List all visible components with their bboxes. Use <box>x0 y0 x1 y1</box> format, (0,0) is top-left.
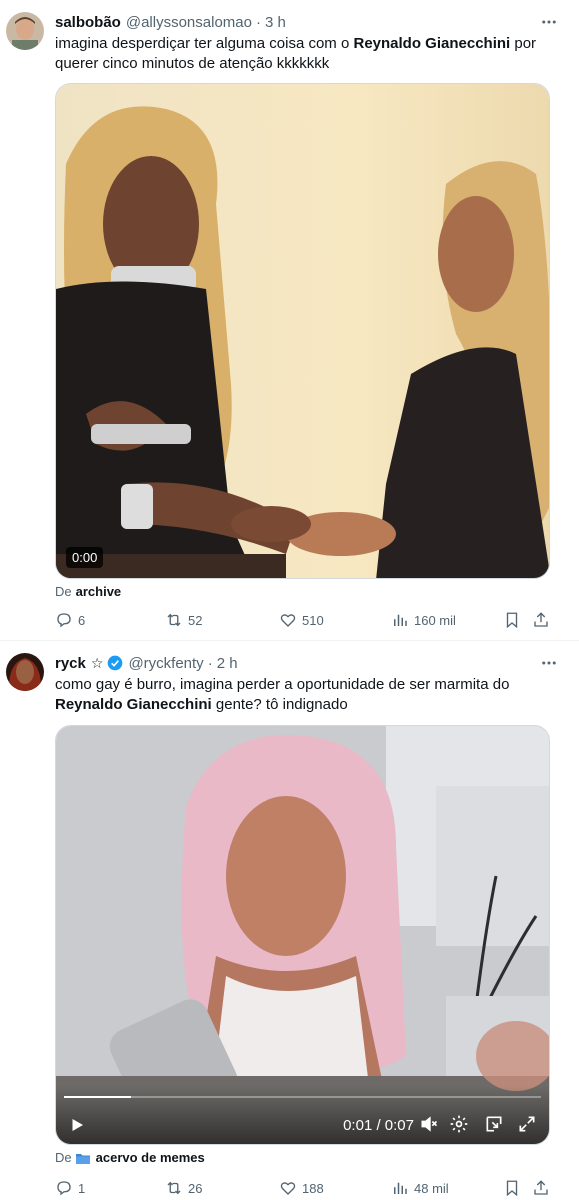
views-button[interactable]: 160 mil <box>391 611 456 629</box>
video-controls: 0:01 / 0:07 <box>56 1086 549 1144</box>
more-options-icon[interactable] <box>539 12 559 32</box>
bookmark-icon <box>506 612 518 629</box>
display-name[interactable]: ryck <box>55 655 86 672</box>
like-button[interactable]: 510 <box>279 611 324 629</box>
user-handle[interactable]: @ryckfenty <box>128 655 203 672</box>
video-player[interactable]: 0:01 / 0:07 <box>55 725 550 1145</box>
video-progress-bar[interactable] <box>64 1096 541 1098</box>
heart-icon <box>280 614 296 627</box>
separator-dot: · <box>255 13 261 31</box>
avatar[interactable] <box>6 653 44 691</box>
retweet-button[interactable]: 26 <box>165 1179 202 1197</box>
tweet-text: como gay é burro, imagina perder a oport… <box>55 676 510 713</box>
reply-count: 6 <box>78 612 86 628</box>
bookmark-button[interactable] <box>503 1179 521 1197</box>
reply-icon <box>57 1181 71 1196</box>
picture-in-picture-icon[interactable] <box>484 1114 504 1134</box>
video-frame <box>56 84 549 578</box>
bookmark-icon <box>506 1180 518 1197</box>
video-frame <box>56 726 549 1144</box>
bookmark-button[interactable] <box>503 611 521 629</box>
share-icon <box>534 612 548 627</box>
share-icon <box>534 1180 548 1195</box>
separator-dot: · <box>207 654 213 672</box>
settings-gear-icon[interactable] <box>449 1114 469 1134</box>
avatar[interactable] <box>6 12 44 50</box>
verified-badge-icon <box>107 655 123 671</box>
share-button[interactable] <box>532 1179 550 1197</box>
reply-icon <box>57 613 71 628</box>
media-source: De acervo de memes <box>55 1150 205 1165</box>
source-link[interactable]: acervo de memes <box>96 1150 205 1165</box>
tweet-actions: 6 52 510 160 mil <box>55 609 559 631</box>
like-count: 510 <box>302 612 324 628</box>
mention-bold: Reynaldo Gianecchini <box>55 696 212 713</box>
views-count: 160 mil <box>414 612 456 628</box>
video-player[interactable]: 0:00 <box>55 83 550 579</box>
tweet[interactable]: salbobão @allyssonsalomao · 3 h imagina … <box>0 0 579 641</box>
timestamp[interactable]: 2 h <box>217 655 238 672</box>
mention-bold: Reynaldo Gianecchini <box>353 35 511 52</box>
tweet-text: imagina desperdiçar ter alguma coisa com… <box>55 35 537 72</box>
fullscreen-icon[interactable] <box>517 1114 537 1134</box>
reply-button[interactable]: 6 <box>55 611 85 629</box>
views-icon <box>394 614 407 626</box>
user-handle[interactable]: @allyssonsalomao <box>126 14 252 31</box>
retweet-icon <box>167 1181 181 1195</box>
retweet-button[interactable]: 52 <box>165 611 202 629</box>
share-button[interactable] <box>532 611 550 629</box>
video-timestamp: 0:00 <box>66 547 104 568</box>
mute-icon[interactable] <box>419 1114 439 1134</box>
heart-icon <box>280 1182 296 1195</box>
timestamp[interactable]: 3 h <box>265 14 286 31</box>
source-link[interactable]: archive <box>76 584 122 599</box>
folder-icon <box>75 1152 90 1164</box>
reply-count: 1 <box>78 1180 86 1196</box>
retweet-icon <box>167 613 181 627</box>
views-count: 48 mil <box>414 1180 449 1196</box>
retweet-count: 26 <box>188 1180 203 1196</box>
views-icon <box>394 1182 407 1194</box>
tweet[interactable]: ryck ☆ @ryckfenty · 2 h como gay é burro… <box>0 641 579 1200</box>
display-name[interactable]: salbobão <box>55 14 121 31</box>
star-badge: ☆ <box>90 654 104 671</box>
views-button[interactable]: 48 mil <box>391 1179 449 1197</box>
tweet-actions: 1 26 188 48 mil <box>55 1177 559 1199</box>
play-icon[interactable] <box>68 1116 86 1134</box>
reply-button[interactable]: 1 <box>55 1179 85 1197</box>
like-button[interactable]: 188 <box>279 1179 324 1197</box>
like-count: 188 <box>302 1180 324 1196</box>
retweet-count: 52 <box>188 612 203 628</box>
media-source: De archive <box>55 584 122 599</box>
video-time: 0:01 / 0:07 <box>343 1117 414 1134</box>
tweet-header: salbobão @allyssonsalomao · 3 h <box>55 12 579 32</box>
tweet-header: ryck ☆ @ryckfenty · 2 h <box>55 653 579 673</box>
more-options-icon[interactable] <box>539 653 559 673</box>
